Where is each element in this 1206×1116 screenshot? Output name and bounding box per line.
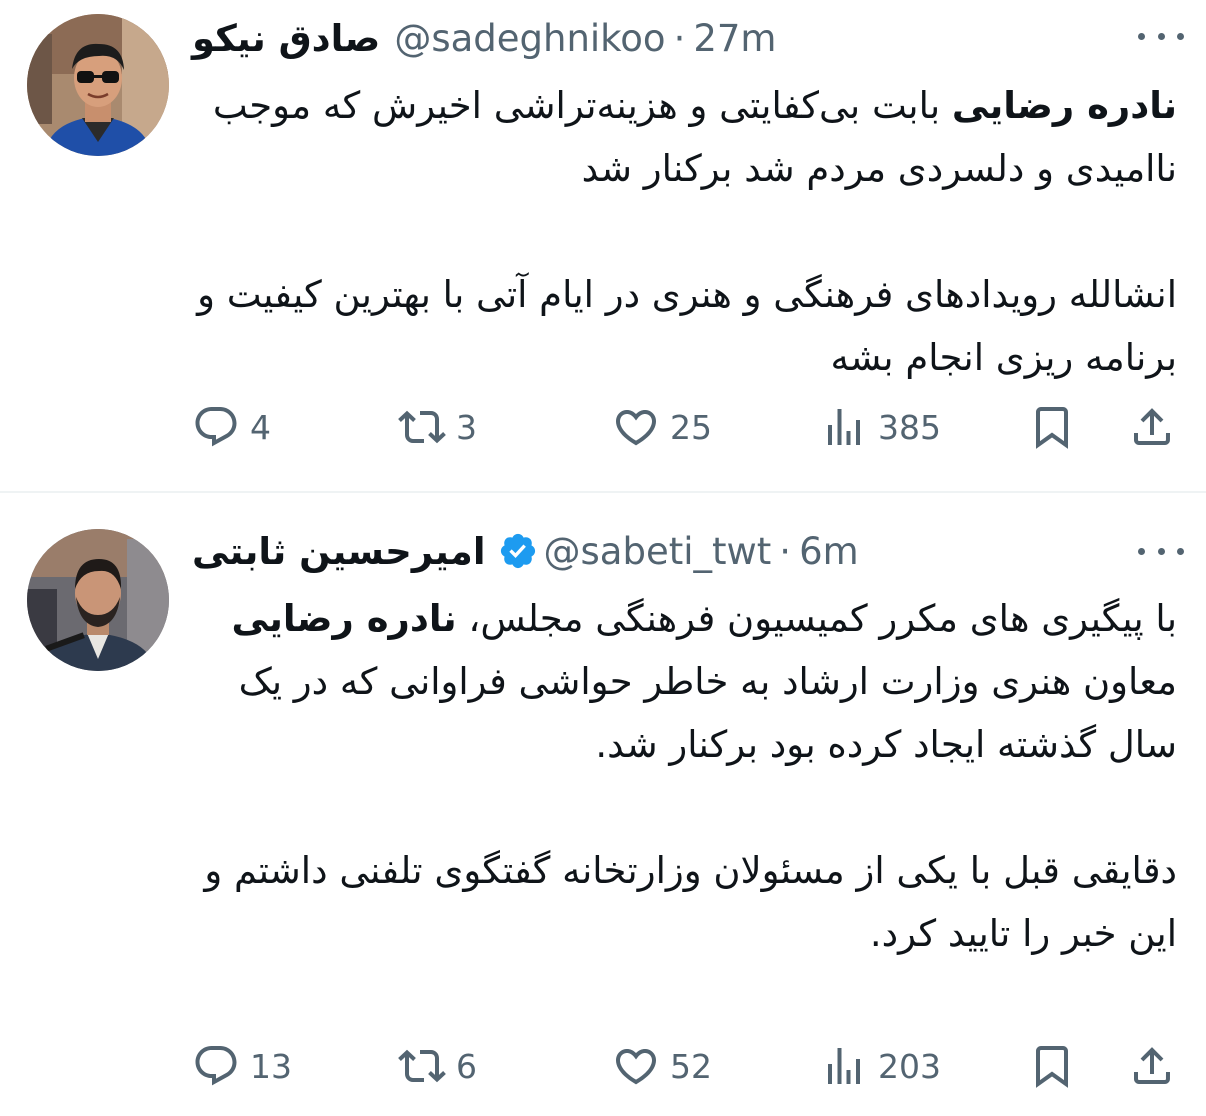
views-button[interactable]: 385	[820, 402, 941, 452]
tweet-paragraph: انشالله رویدادهای فرهنگی و هنری در ایام …	[192, 263, 1177, 389]
username-handle[interactable]: @sabeti_twt	[544, 530, 772, 573]
views-count: 385	[878, 407, 941, 447]
text-run: دقایقی قبل با یکی از مسئولان وزارتخانه گ…	[204, 849, 1177, 955]
display-name[interactable]: امیرحسین ثابتی	[192, 530, 486, 573]
bookmark-icon	[1036, 1046, 1068, 1088]
retweet-count: 3	[456, 407, 477, 447]
reply-icon	[195, 407, 237, 447]
timestamp[interactable]: 27m	[693, 17, 776, 60]
share-button[interactable]	[1128, 1041, 1176, 1091]
reply-icon	[195, 1046, 237, 1086]
tweet-text: نادره رضایی بابت بی‌کفایتی و هزینه‌تراشی…	[192, 74, 1177, 389]
bookmark-icon	[1036, 407, 1068, 449]
bold-mention: نادره رضایی	[231, 597, 457, 640]
tweet[interactable]: صادق نیکو @sadeghnikoo · 27m نادره رضایی…	[0, 0, 1206, 490]
bold-mention: نادره رضایی	[951, 84, 1177, 127]
retweet-button[interactable]: 3	[398, 402, 477, 452]
tweet-text: با پیگیری های مکرر کمیسیون فرهنگی مجلس، …	[192, 587, 1177, 965]
views-icon	[828, 1048, 860, 1084]
timestamp[interactable]: 6m	[799, 530, 859, 573]
bookmark-button[interactable]	[1028, 402, 1076, 452]
heart-icon	[615, 410, 657, 446]
share-button[interactable]	[1128, 402, 1176, 452]
bookmark-button[interactable]	[1028, 1041, 1076, 1091]
share-icon	[1134, 1047, 1170, 1084]
heart-icon	[615, 1049, 657, 1085]
views-button[interactable]: 203	[820, 1041, 941, 1091]
avatar[interactable]	[27, 14, 169, 156]
avatar[interactable]	[27, 529, 169, 671]
action-bar: 4 3 25 385	[192, 402, 1182, 452]
tweet-paragraph: دقایقی قبل با یکی از مسئولان وزارتخانه گ…	[192, 839, 1177, 965]
text-run: با پیگیری های مکرر کمیسیون فرهنگی مجلس،	[456, 597, 1177, 640]
like-button[interactable]: 25	[612, 402, 712, 452]
tweet-paragraph: نادره رضایی بابت بی‌کفایتی و هزینه‌تراشی…	[192, 74, 1177, 200]
text-run: معاون هنری وزارت ارشاد به خاطر حواشی فرا…	[238, 660, 1177, 766]
retweet-count: 6	[456, 1046, 477, 1086]
retweet-button[interactable]: 6	[398, 1041, 477, 1091]
retweet-icon	[398, 410, 446, 444]
share-icon	[1134, 408, 1170, 445]
tweet[interactable]: امیرحسین ثابتی @sabeti_twt · 6m با پیگیر…	[0, 493, 1206, 1116]
action-bar: 13 6 52 203	[192, 1041, 1182, 1091]
display-name[interactable]: صادق نیکو	[192, 17, 380, 60]
more-icon[interactable]	[1138, 26, 1184, 46]
more-icon[interactable]	[1138, 541, 1184, 561]
separator-dot: ·	[673, 16, 686, 60]
reply-count: 4	[250, 407, 271, 447]
reply-count: 13	[250, 1046, 292, 1086]
views-count: 203	[878, 1046, 941, 1086]
views-icon	[828, 409, 860, 445]
like-count: 52	[670, 1046, 712, 1086]
retweet-icon	[398, 1049, 446, 1083]
verified-badge-icon	[500, 533, 535, 569]
tweet-paragraph: با پیگیری های مکرر کمیسیون فرهنگی مجلس، …	[192, 587, 1177, 776]
reply-button[interactable]: 4	[192, 402, 271, 452]
like-count: 25	[670, 407, 712, 447]
separator-dot: ·	[779, 529, 792, 573]
tweet-header: امیرحسین ثابتی @sabeti_twt · 6m	[192, 525, 1101, 577]
username-handle[interactable]: @sadeghnikoo	[394, 17, 665, 60]
text-run: انشالله رویدادهای فرهنگی و هنری در ایام …	[197, 273, 1177, 379]
tweet-header: صادق نیکو @sadeghnikoo · 27m	[192, 12, 1101, 64]
like-button[interactable]: 52	[612, 1041, 712, 1091]
reply-button[interactable]: 13	[192, 1041, 292, 1091]
